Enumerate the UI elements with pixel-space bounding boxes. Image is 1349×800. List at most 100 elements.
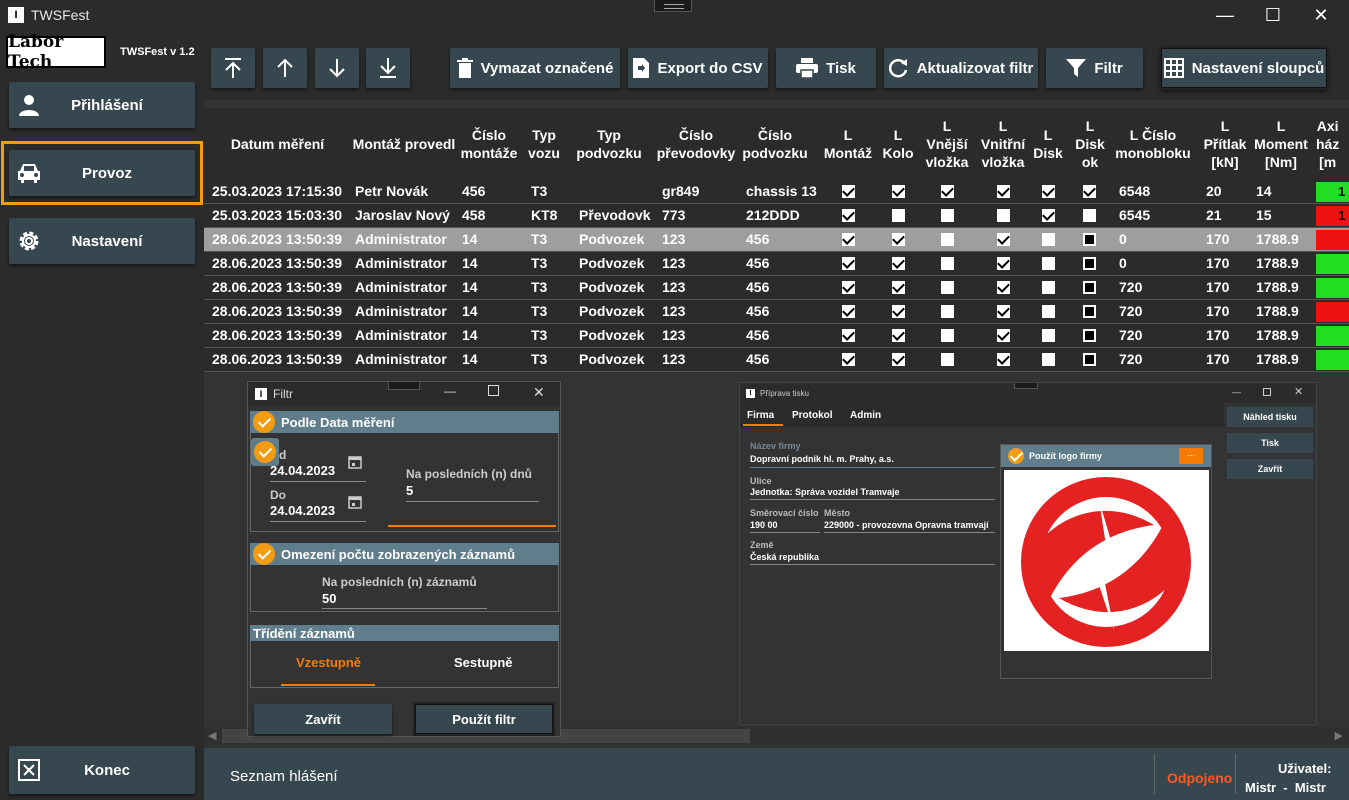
row-checkbox[interactable] xyxy=(1042,353,1055,366)
sort-ascending-tab[interactable]: Vzestupně xyxy=(296,655,361,670)
col-header-l-disk-ok[interactable]: L Disk ok xyxy=(1074,108,1106,180)
row-checkbox[interactable] xyxy=(1042,185,1055,198)
row-checkbox[interactable] xyxy=(1042,209,1055,222)
minimize-button[interactable]: — xyxy=(1232,387,1241,397)
scroll-left-icon[interactable]: ◀ xyxy=(208,729,216,742)
row-checkbox[interactable] xyxy=(892,353,905,366)
table-row[interactable]: 28.06.2023 13:50:39 Administrator 14 T3 Podv… xyxy=(204,324,1349,348)
country-value[interactable]: Česká republika xyxy=(750,552,819,562)
apply-filter-button[interactable]: Použít filtr xyxy=(415,704,553,734)
tab-firma[interactable]: Firma xyxy=(747,410,774,421)
print-close-button[interactable]: Zavřít xyxy=(1227,459,1313,479)
col-header-mono[interactable]: L Číslo monobloku xyxy=(1112,108,1194,180)
row-checkbox[interactable] xyxy=(842,305,855,318)
row-checkbox[interactable] xyxy=(1083,281,1096,294)
table-row[interactable]: 28.06.2023 13:50:39 Administrator 14 T3 Podv… xyxy=(204,228,1349,252)
row-checkbox[interactable] xyxy=(997,329,1010,342)
date-range-check-icon[interactable] xyxy=(254,441,276,463)
row-checkbox[interactable] xyxy=(892,281,905,294)
col-header-l-montaz[interactable]: L Montáž xyxy=(822,108,874,180)
row-checkbox[interactable] xyxy=(1042,257,1055,270)
sort-descending-tab[interactable]: Sestupně xyxy=(454,655,513,670)
city-value[interactable]: 229000 - provozovna Opravna tramvají xyxy=(824,520,989,530)
table-row[interactable]: 25.03.2023 15:03:30 Jaroslav Nový 458 KT8 Př… xyxy=(204,204,1349,228)
messages-list-link[interactable]: Seznam hlášení xyxy=(230,768,338,785)
col-header-car[interactable]: Typ vozu xyxy=(524,108,564,180)
row-checkbox[interactable] xyxy=(842,281,855,294)
column-settings-button[interactable]: Nastavení sloupců xyxy=(1161,48,1327,88)
limit-check-icon[interactable] xyxy=(253,543,275,565)
sidebar-item-login[interactable]: Přihlášení xyxy=(9,82,195,128)
calendar-icon[interactable] xyxy=(348,455,362,474)
tab-protokol[interactable]: Protokol xyxy=(792,410,833,421)
to-date-value[interactable]: 24.04.2023 xyxy=(270,503,335,518)
print-now-button[interactable]: Tisk xyxy=(1227,433,1313,453)
close-dialog-button[interactable]: ✕ xyxy=(533,384,545,401)
row-checkbox[interactable] xyxy=(941,353,954,366)
drag-grip[interactable] xyxy=(654,0,692,12)
row-checkbox[interactable] xyxy=(842,209,855,222)
company-name-value[interactable]: Dopravní podnik hl. m. Prahy, a.s. xyxy=(750,454,894,464)
scroll-right-icon[interactable]: ▶ xyxy=(1335,729,1343,742)
row-checkbox[interactable] xyxy=(997,305,1010,318)
export-csv-button[interactable]: Export do CSV xyxy=(628,48,768,88)
limit-header[interactable]: Omezení počtu zobrazených záznamů xyxy=(250,543,559,565)
row-checkbox[interactable] xyxy=(1083,353,1096,366)
col-header-l-inner[interactable]: L Vnitřní vložka xyxy=(978,108,1028,180)
table-row[interactable]: 28.06.2023 13:50:39 Administrator 14 T3 Podv… xyxy=(204,276,1349,300)
move-up-button[interactable] xyxy=(263,48,307,88)
sidebar-item-settings[interactable]: Nastavení xyxy=(9,218,195,264)
table-row[interactable]: 28.06.2023 13:50:39 Administrator 14 T3 Podv… xyxy=(204,300,1349,324)
move-bottom-button[interactable] xyxy=(366,48,410,88)
dialog-grip[interactable] xyxy=(1014,383,1038,389)
row-checkbox[interactable] xyxy=(842,185,855,198)
col-header-chassis[interactable]: Číslo podvozku xyxy=(742,108,808,180)
minimize-button[interactable]: — xyxy=(1202,0,1248,30)
row-checkbox[interactable] xyxy=(941,257,954,270)
filter-button[interactable]: Filtr xyxy=(1046,48,1143,88)
row-checkbox[interactable] xyxy=(941,305,954,318)
row-checkbox[interactable] xyxy=(1083,185,1096,198)
row-checkbox[interactable] xyxy=(892,257,905,270)
table-row[interactable]: 25.03.2023 17:15:30 Petr Novák 456 T3 gr849 c… xyxy=(204,180,1349,204)
move-top-button[interactable] xyxy=(211,48,255,88)
row-checkbox[interactable] xyxy=(1042,281,1055,294)
print-button[interactable]: Tisk xyxy=(776,48,876,88)
use-logo-header[interactable]: Použít logo firmy ... xyxy=(1001,445,1211,467)
print-preview-button[interactable]: Náhled tisku xyxy=(1227,407,1313,427)
exit-button[interactable]: Konec xyxy=(9,746,195,794)
row-checkbox[interactable] xyxy=(1042,305,1055,318)
maximize-button[interactable] xyxy=(488,385,499,396)
calendar-icon[interactable] xyxy=(348,495,362,514)
row-checkbox[interactable] xyxy=(997,209,1010,222)
row-checkbox[interactable] xyxy=(941,329,954,342)
col-header-l-kolo[interactable]: L Kolo xyxy=(881,108,915,180)
move-down-button[interactable] xyxy=(315,48,359,88)
last-days-value[interactable]: 5 xyxy=(406,483,413,498)
row-checkbox[interactable] xyxy=(997,185,1010,198)
col-header-by[interactable]: Montáž provedl xyxy=(349,108,459,180)
col-header-l-disk[interactable]: L Disk xyxy=(1031,108,1065,180)
col-header-l-outer[interactable]: L Vnější vložka xyxy=(922,108,972,180)
browse-logo-button[interactable]: ... xyxy=(1179,448,1203,464)
refresh-filter-button[interactable]: Aktualizovat filtr xyxy=(884,48,1038,88)
row-checkbox[interactable] xyxy=(1083,305,1096,318)
col-header-axis[interactable]: Axi ház [m xyxy=(1316,108,1349,180)
minimize-button[interactable]: — xyxy=(444,384,456,398)
sidebar-item-provoz[interactable]: Provoz xyxy=(9,150,195,196)
row-checkbox[interactable] xyxy=(997,281,1010,294)
by-date-check-icon[interactable] xyxy=(253,411,275,433)
table-row[interactable]: 28.06.2023 13:50:39 Administrator 14 T3 Podv… xyxy=(204,348,1349,372)
delete-selected-button[interactable]: Vymazat označené xyxy=(450,48,620,88)
use-logo-check-icon[interactable] xyxy=(1008,448,1024,464)
row-checkbox[interactable] xyxy=(1083,209,1096,222)
row-checkbox[interactable] xyxy=(842,233,855,246)
tab-admin[interactable]: Admin xyxy=(850,410,881,421)
row-checkbox[interactable] xyxy=(1083,329,1096,342)
col-header-gear[interactable]: Číslo převodovky xyxy=(656,108,736,180)
col-header-bogie[interactable]: Typ podvozku xyxy=(574,108,644,180)
row-checkbox[interactable] xyxy=(1042,329,1055,342)
close-dialog-button[interactable]: ✕ xyxy=(1294,385,1303,398)
maximize-button[interactable] xyxy=(1263,388,1271,396)
row-checkbox[interactable] xyxy=(892,305,905,318)
